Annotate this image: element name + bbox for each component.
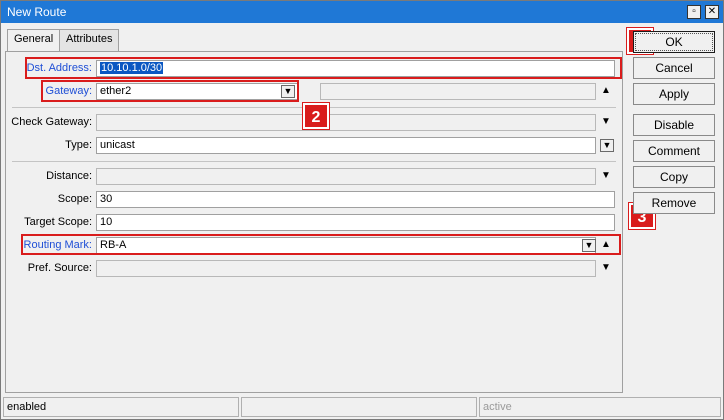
dst-address-value: 10.10.1.0/30 <box>100 62 164 74</box>
status-bar: enabled active <box>3 397 721 417</box>
pref-source-label: Pref. Source: <box>27 262 92 274</box>
status-middle <box>241 397 477 417</box>
up-arrow-icon[interactable]: ▲ <box>600 238 612 252</box>
remove-button[interactable]: Remove <box>633 192 715 214</box>
window-title: New Route <box>7 5 67 19</box>
separator <box>12 161 616 162</box>
title-bar: New Route ▫ ✕ <box>1 1 723 23</box>
pref-source-select[interactable] <box>96 260 596 277</box>
status-active: active <box>479 397 721 417</box>
pref-source-dropdown-icon[interactable]: ▼ <box>600 261 612 275</box>
dst-address-label[interactable]: Dst. Address: <box>6 60 92 76</box>
type-select[interactable]: unicast <box>96 137 596 154</box>
gateway-dropdown-icon[interactable]: ▼ <box>281 85 295 98</box>
gateway-input[interactable]: ether2 <box>96 83 298 100</box>
restore-window-icon[interactable]: ▫ <box>687 5 701 19</box>
up-down-arrow-icon[interactable]: ▲ <box>600 84 612 98</box>
type-dropdown-icon[interactable]: ▼ <box>600 139 614 152</box>
routing-mark-select[interactable]: RB-A <box>96 237 596 254</box>
annotation-badge-2: 2 <box>302 102 330 130</box>
ok-button[interactable]: OK <box>633 31 715 53</box>
tab-general[interactable]: General <box>7 29 61 52</box>
copy-button[interactable]: Copy <box>633 166 715 188</box>
scope-input[interactable]: 30 <box>96 191 615 208</box>
distance-dropdown-icon[interactable]: ▼ <box>600 169 612 183</box>
check-gateway-label: Check Gateway: <box>11 116 92 128</box>
dst-address-input[interactable]: 10.10.1.0/30 <box>96 60 615 77</box>
status-enabled: enabled <box>3 397 239 417</box>
target-scope-input[interactable]: 10 <box>96 214 615 231</box>
gateway-label[interactable]: Gateway: <box>6 83 92 99</box>
routing-mark-dropdown-icon[interactable]: ▼ <box>582 239 596 252</box>
distance-label: Distance: <box>46 170 92 182</box>
type-label: Type: <box>65 139 92 151</box>
distance-input[interactable] <box>96 168 596 185</box>
scope-label: Scope: <box>57 193 92 205</box>
gateway-value: ether2 <box>100 85 132 97</box>
close-icon[interactable]: ✕ <box>705 5 719 19</box>
disable-button[interactable]: Disable <box>633 114 715 136</box>
routing-mark-label[interactable]: Routing Mark: <box>6 237 92 253</box>
check-gateway-select[interactable] <box>96 114 596 131</box>
tab-attributes[interactable]: Attributes <box>59 29 120 51</box>
apply-button[interactable]: Apply <box>633 83 715 105</box>
target-scope-label: Target Scope: <box>24 216 92 228</box>
comment-button[interactable]: Comment <box>633 140 715 162</box>
new-route-window: New Route ▫ ✕ General Attributes Dst. Ad… <box>0 0 724 420</box>
cancel-button[interactable]: Cancel <box>633 57 715 79</box>
gateway-secondary-input[interactable] <box>320 83 596 100</box>
check-gateway-dropdown-icon[interactable]: ▼ <box>600 115 612 129</box>
